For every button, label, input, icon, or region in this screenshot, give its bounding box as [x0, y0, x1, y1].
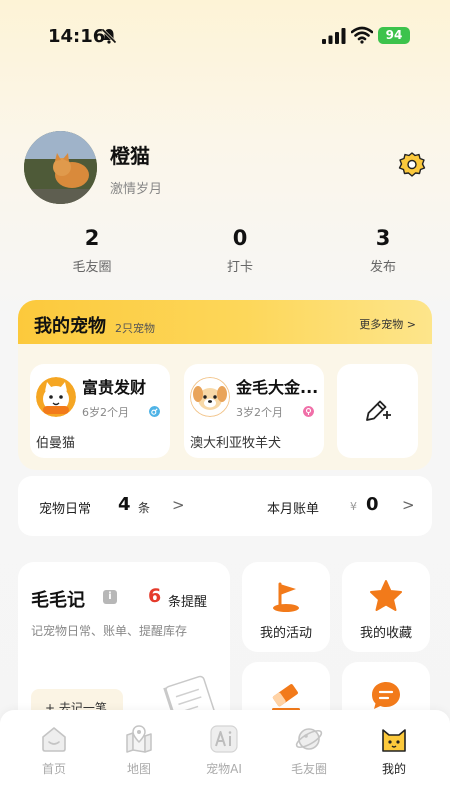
diary-card[interactable]: 毛毛记 i 6 条提醒 记宠物日常、账单、提醒库存 + 去记一笔: [18, 562, 230, 732]
edit-pets-button[interactable]: [337, 364, 418, 458]
my-pets-card: 我的宠物 2只宠物 更多宠物 > 富贵发财 6岁2个月 伯曼猫 金毛大金... …: [18, 300, 432, 470]
stat-value: 0: [232, 226, 248, 250]
my-pets-title: 我的宠物: [34, 316, 106, 337]
user-avatar[interactable]: [24, 131, 97, 204]
tile-label: 我的收藏: [359, 626, 412, 641]
tab-label: 首页: [41, 762, 66, 776]
diary-description: 记宠物日常、账单、提醒库存: [31, 624, 188, 638]
stat-label: 打卡: [226, 260, 253, 275]
monthly-bill-label[interactable]: 本月账单: [267, 498, 319, 517]
pet-card[interactable]: 金毛大金... 3岁2个月 澳大利亚牧羊犬: [184, 364, 324, 458]
tab-map[interactable]: 地图: [104, 724, 174, 777]
status-bar: 14:16 94: [0, 0, 450, 70]
my-favorites-tile[interactable]: 我的收藏: [342, 562, 430, 652]
pet-name: 富贵发财: [82, 378, 147, 397]
planet-icon: [295, 728, 323, 750]
stat-value: 3: [375, 226, 391, 250]
pet-daily-arrow[interactable]: >: [172, 496, 185, 514]
pet-daily-count: 4: [118, 494, 131, 515]
battery-indicator: 94: [378, 27, 410, 44]
more-pets-link[interactable]: 更多宠物 >: [359, 316, 416, 332]
stat-friends[interactable]: 2 毛友圈: [42, 226, 142, 275]
male-icon: [149, 406, 160, 417]
flag-icon: [273, 582, 299, 612]
pet-age: 6岁2个月: [82, 406, 129, 419]
user-subtitle: 激情岁月: [110, 182, 163, 197]
tab-label: 地图: [126, 762, 151, 776]
stat-label: 发布: [369, 260, 396, 275]
star-icon: [370, 580, 402, 611]
pet-name: 金毛大金...: [236, 378, 319, 397]
monthly-bill-arrow[interactable]: >: [402, 496, 415, 514]
settings-icon[interactable]: [398, 151, 426, 179]
map-icon: [126, 725, 152, 753]
user-stats: 2 毛友圈 0 打卡 3 发布: [0, 226, 450, 276]
tab-friends-circle[interactable]: 毛友圈: [274, 724, 344, 777]
bell-off-icon: [101, 28, 117, 44]
tab-label: 我的: [381, 762, 406, 776]
reminder-count: 6: [148, 585, 162, 607]
reminder-label: 条提醒: [168, 595, 208, 610]
records-row: 宠物日常 4 条 > 本月账单 ¥ 0 >: [18, 476, 432, 536]
pet-breed: 澳大利亚牧羊犬: [190, 436, 282, 451]
tab-pet-ai[interactable]: 宠物AI: [189, 724, 259, 777]
status-time: 14:16: [48, 26, 106, 47]
stat-posts[interactable]: 3 发布: [333, 226, 433, 275]
cat-face-icon: [382, 729, 406, 752]
tile-label: 我的活动: [259, 626, 312, 641]
pet-daily-label[interactable]: 宠物日常: [39, 498, 91, 517]
info-icon[interactable]: i: [103, 590, 117, 604]
stat-value: 2: [84, 226, 100, 250]
dog-avatar-icon: [190, 377, 230, 417]
edit-plus-icon: [366, 400, 391, 421]
tab-mine[interactable]: 我的: [359, 724, 429, 777]
female-icon: [303, 406, 314, 417]
tab-label: 宠物AI: [206, 762, 242, 776]
stat-checkin[interactable]: 0 打卡: [190, 226, 290, 275]
pet-breed: 伯曼猫: [36, 436, 76, 451]
home-icon: [42, 727, 66, 752]
cat-avatar-icon: [36, 377, 76, 417]
my-pets-count: 2只宠物: [115, 322, 155, 335]
message-icon: [372, 682, 400, 709]
wifi-icon: [351, 26, 373, 44]
currency-symbol: ¥: [350, 500, 357, 513]
pet-card[interactable]: 富贵发财 6岁2个月 伯曼猫: [30, 364, 170, 458]
pet-daily-unit: 条: [138, 501, 151, 515]
diary-title: 毛毛记: [31, 590, 85, 611]
user-name: 橙猫: [110, 144, 150, 168]
pet-age: 3岁2个月: [236, 406, 283, 419]
monthly-bill-amount: 0: [366, 494, 379, 515]
signal-icon: [322, 28, 346, 44]
stat-label: 毛友圈: [72, 260, 112, 275]
my-activities-tile[interactable]: 我的活动: [242, 562, 330, 652]
eraser-icon: [272, 684, 300, 711]
bottom-tab-bar: 首页 地图 宠物AI 毛友圈 我的: [0, 710, 450, 800]
cat-photo: [24, 131, 97, 204]
ai-icon: [210, 725, 238, 753]
my-pets-header: 我的宠物 2只宠物 更多宠物 >: [18, 300, 432, 344]
tab-label: 毛友圈: [290, 762, 327, 776]
tab-home[interactable]: 首页: [19, 724, 89, 777]
